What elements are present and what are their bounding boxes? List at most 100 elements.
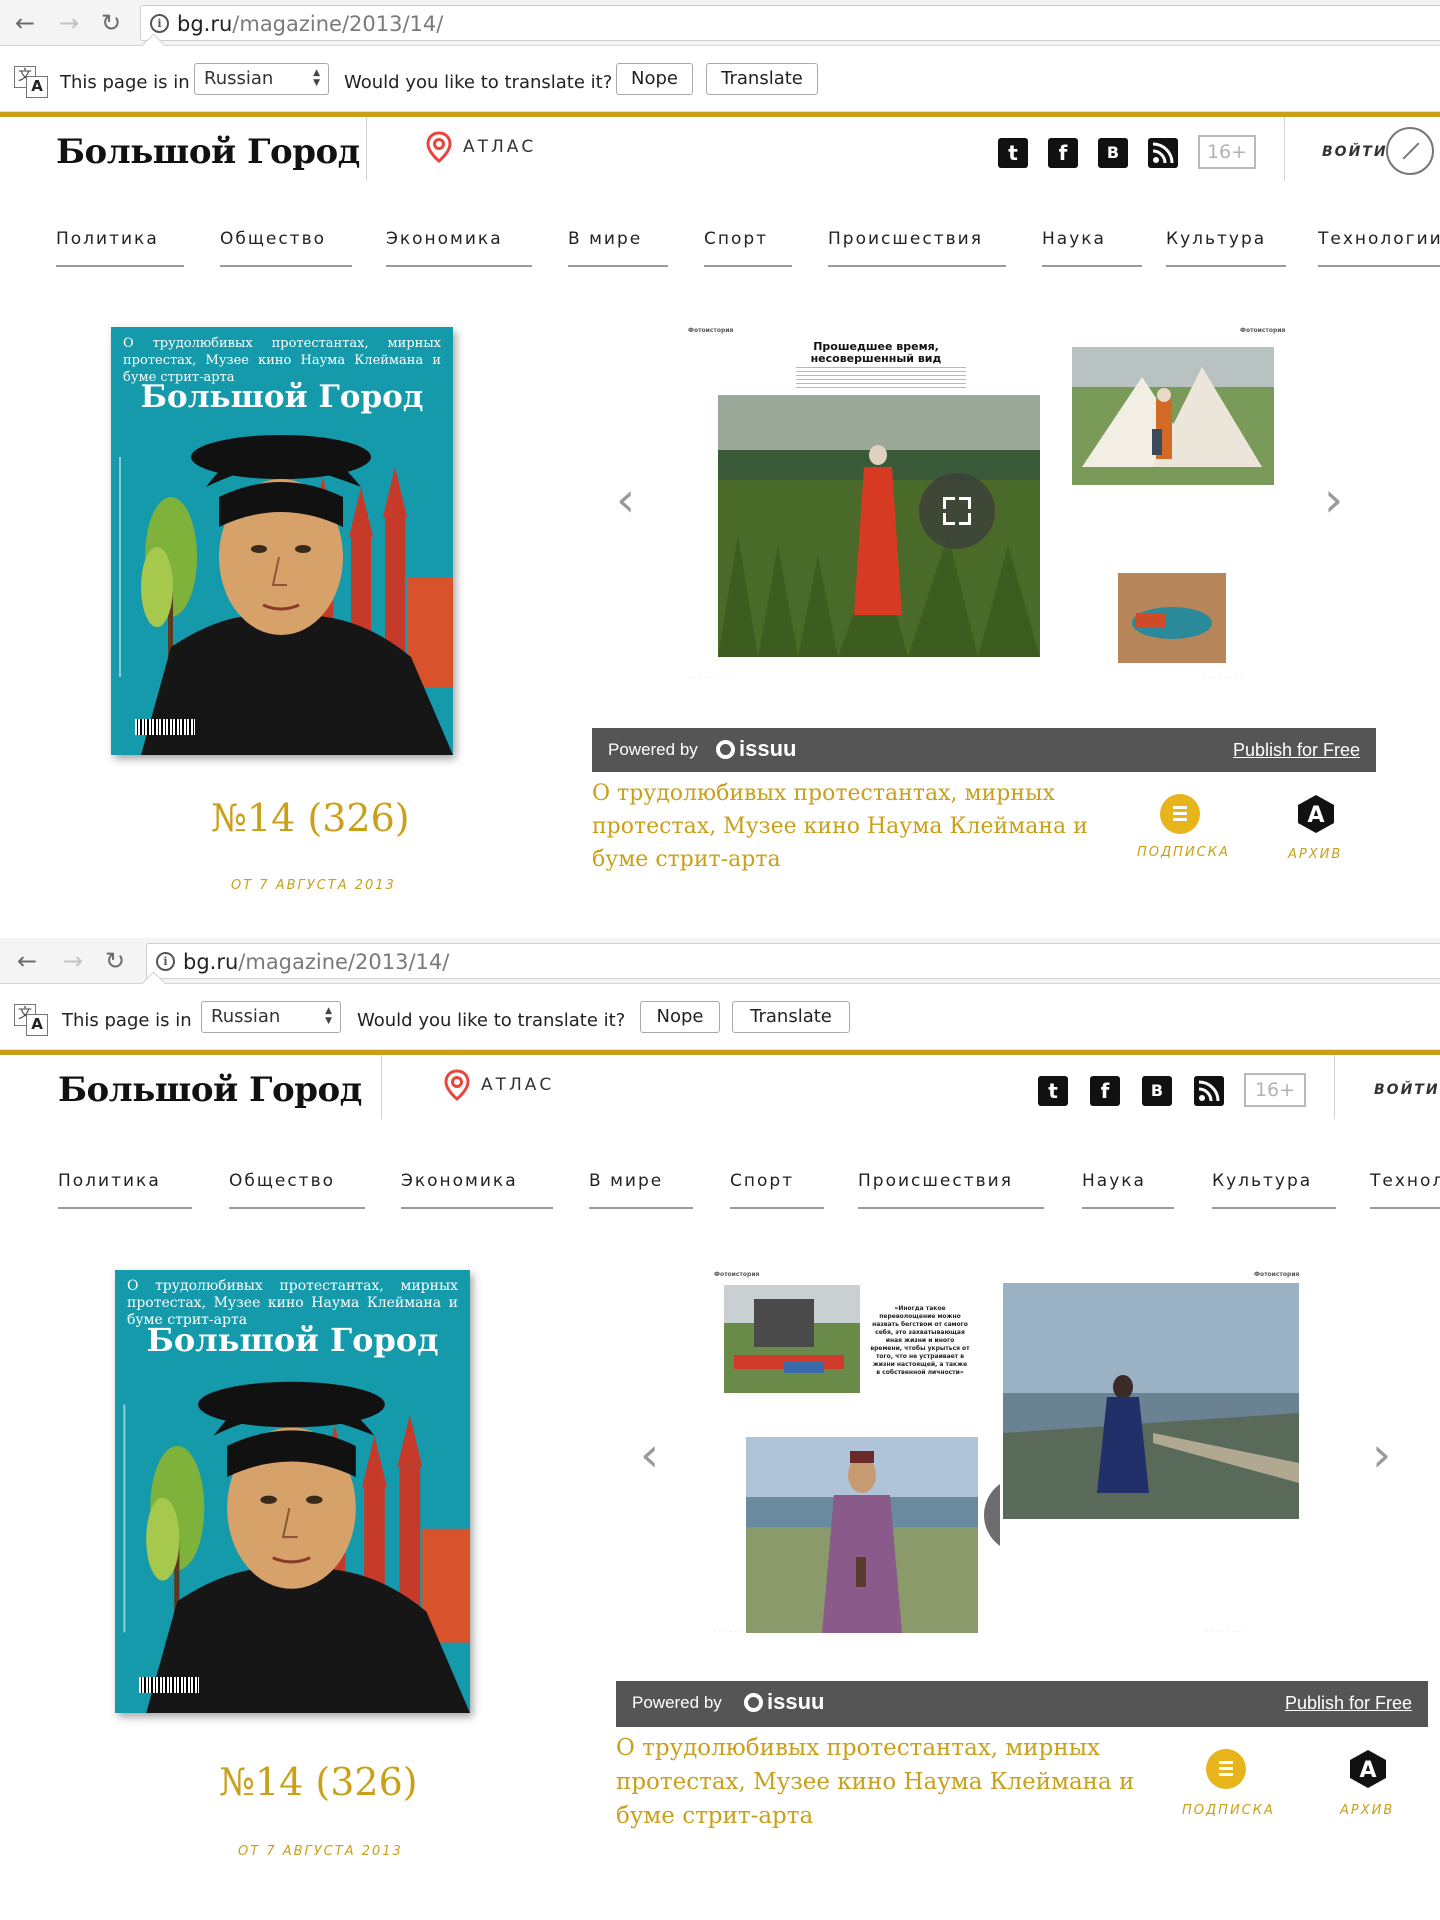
login-label[interactable]: ВОЙТИ (1374, 1081, 1440, 1099)
nope-button[interactable]: Nope (616, 63, 693, 95)
url-path: /magazine/2013/14/ (238, 950, 450, 974)
spread-title: Прошедшее время, несовершенный вид (810, 340, 942, 365)
spread-page-left: Фотоистория Прошедшее время, несовершенн… (686, 323, 1072, 685)
select-arrows-icon: ▲ ▼ (313, 68, 320, 88)
issue-description[interactable]: О трудолюбивых протестантах, мирных прот… (592, 777, 1092, 876)
archive-icon[interactable]: A (1296, 794, 1336, 834)
facebook-icon[interactable]: f (1048, 138, 1078, 168)
issuu-logo-icon (716, 740, 735, 759)
header-divider (1334, 1055, 1335, 1119)
rss-icon[interactable] (1148, 138, 1178, 168)
translate-button[interactable]: Translate (706, 63, 818, 95)
next-page-arrow[interactable]: › (1324, 472, 1343, 528)
subscribe-label[interactable]: ПОДПИСКА (1137, 845, 1230, 861)
nav-item-society[interactable]: Общество (220, 229, 352, 267)
twitter-icon[interactable]: t (1038, 1076, 1068, 1106)
back-icon[interactable]: ← (10, 8, 40, 38)
rss-icon[interactable] (1194, 1076, 1224, 1106)
url-path: /magazine/2013/14/ (232, 12, 444, 36)
vk-icon[interactable]: B (1142, 1076, 1172, 1106)
forward-icon[interactable]: → (58, 946, 88, 976)
issuu-logo[interactable]: issuu (716, 737, 796, 761)
forward-icon[interactable]: → (54, 8, 84, 38)
language-select[interactable]: Russian ▲ ▼ (201, 1001, 341, 1033)
translate-button[interactable]: Translate (732, 1001, 850, 1033)
site-logo[interactable]: Большой Город (56, 129, 360, 175)
url-field[interactable]: i bg.ru/magazine/2013/14/ (140, 5, 1440, 41)
issue-date: ОТ 7 АВГУСТА 2013 (238, 1844, 403, 1859)
translate-icon: 文 A (14, 66, 48, 98)
barcode (139, 1677, 199, 1693)
header-divider (1284, 117, 1285, 181)
archive-icon-glyph: A (1307, 803, 1324, 828)
issuu-bar: Powered by issuu Publish for Free (592, 728, 1376, 772)
translate-icon-glyph: A (26, 1014, 48, 1036)
nav-item-economy[interactable]: Экономика (401, 1171, 553, 1209)
translate-bar: 文 A This page is in Russian ▲ ▼ Would you… (0, 984, 1440, 1050)
archive-label[interactable]: АРХИВ (1340, 1803, 1394, 1819)
prev-page-arrow[interactable]: ‹ (640, 1427, 659, 1483)
issuu-logo[interactable]: issuu (744, 1690, 824, 1714)
nav-item-politics[interactable]: Политика (58, 1171, 192, 1209)
nav-item-incidents[interactable]: Происшествия (858, 1171, 1044, 1209)
nav-item-politics[interactable]: Политика (56, 229, 184, 267)
photo-tent (1072, 347, 1274, 485)
nav-item-economy[interactable]: Экономика (386, 229, 532, 267)
issue-date: ОТ 7 АВГУСТА 2013 (231, 878, 396, 893)
issue-description[interactable]: О трудолюбивых протестантах, мирных прот… (616, 1731, 1136, 1833)
powered-by-label: Powered by (608, 740, 698, 759)
nav-item-world[interactable]: В мире (568, 229, 668, 267)
publish-for-free-link[interactable]: Publish for Free (1233, 739, 1360, 761)
language-select[interactable]: Russian ▲ ▼ (194, 63, 329, 95)
magazine-cover[interactable]: О трудолюбивых протестантах, мирных прот… (115, 1270, 470, 1713)
address-bar: ← → ↻ i bg.ru/magazine/2013/14/ (0, 0, 1440, 46)
age-rating-badge: 16+ (1244, 1073, 1306, 1107)
page-footer: · · · · · · · · · (688, 675, 733, 681)
nav-item-world[interactable]: В мире (589, 1171, 693, 1209)
nav-item-science[interactable]: Наука (1082, 1171, 1174, 1209)
nav-item-tech[interactable]: Технологии (1318, 229, 1440, 267)
nav-item-incidents[interactable]: Происшествия (828, 229, 1006, 267)
atlas-label: АТЛАС (481, 1075, 555, 1095)
url-text: bg.ru/magazine/2013/14/ (177, 11, 443, 37)
nav-item-culture[interactable]: Культура (1212, 1171, 1336, 1209)
fullscreen-expand-icon[interactable] (919, 473, 995, 549)
subscribe-icon[interactable] (1160, 794, 1200, 834)
site-logo[interactable]: Большой Город (58, 1067, 362, 1113)
url-text: bg.ru/magazine/2013/14/ (183, 949, 449, 975)
nav-item-society[interactable]: Общество (229, 1171, 365, 1209)
nav-item-science[interactable]: Наука (1042, 229, 1142, 267)
next-page-arrow[interactable]: › (1372, 1427, 1391, 1483)
subscribe-label[interactable]: ПОДПИСКА (1182, 1803, 1275, 1819)
nav-item-culture[interactable]: Культура (1166, 229, 1286, 267)
cover-title: Большой Город (146, 1321, 439, 1359)
atlas-label: АТЛАС (463, 137, 537, 157)
info-icon[interactable]: i (150, 14, 169, 33)
nope-button[interactable]: Nope (640, 1001, 720, 1033)
login-pen-icon[interactable] (1386, 127, 1434, 175)
publish-for-free-link[interactable]: Publish for Free (1285, 1692, 1412, 1714)
reload-icon[interactable]: ↻ (100, 946, 130, 976)
issuu-logo-text: issuu (739, 736, 797, 761)
magazine-cover[interactable]: О трудолюбивых протестантах, мирных прот… (111, 327, 453, 755)
subscribe-icon[interactable] (1206, 1749, 1246, 1789)
spread-lead-text (796, 367, 966, 389)
reload-icon[interactable]: ↻ (96, 8, 126, 38)
login-label[interactable]: ВОЙТИ (1322, 143, 1388, 161)
nav-item-sport[interactable]: Спорт (704, 229, 792, 267)
address-bar: ← → ↻ i bg.ru/magazine/2013/14/ (0, 938, 1440, 984)
prev-page-arrow[interactable]: ‹ (616, 472, 635, 528)
translate-question: Would you like to translate it? (344, 72, 613, 93)
nav-item-sport[interactable]: Спорт (730, 1171, 824, 1209)
issuu-logo-icon (744, 1693, 763, 1712)
facebook-icon[interactable]: f (1090, 1076, 1120, 1106)
nav-item-tech[interactable]: Технологии (1370, 1171, 1440, 1209)
back-icon[interactable]: ← (12, 946, 42, 976)
twitter-icon[interactable]: t (998, 138, 1028, 168)
translate-question: Would you like to translate it? (357, 1010, 626, 1031)
url-field[interactable]: i bg.ru/magazine/2013/14/ (146, 943, 1440, 979)
archive-label[interactable]: АРХИВ (1288, 847, 1342, 863)
info-icon[interactable]: i (156, 952, 175, 971)
vk-icon[interactable]: B (1098, 138, 1128, 168)
archive-icon[interactable]: A (1348, 1749, 1388, 1789)
